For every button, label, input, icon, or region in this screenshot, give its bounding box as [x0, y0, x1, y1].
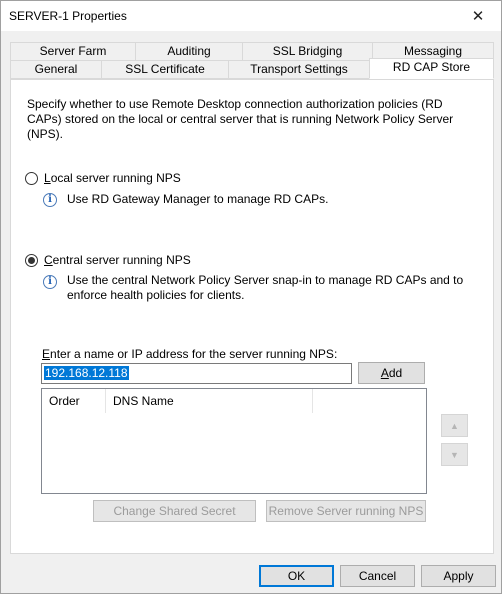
nps-server-list[interactable]: Order DNS Name — [41, 388, 427, 494]
tab-rd-cap-store[interactable]: RD CAP Store — [369, 58, 494, 79]
central-server-radio[interactable] — [25, 254, 38, 267]
move-down-button[interactable]: ▼ — [441, 443, 468, 466]
tab-ssl-bridging[interactable]: SSL Bridging — [242, 42, 373, 61]
info-icon: i — [43, 275, 57, 289]
properties-dialog: SERVER-1 Properties ✕ Server Farm Auditi… — [0, 0, 502, 594]
tab-general[interactable]: General — [10, 60, 102, 79]
move-up-button[interactable]: ▲ — [441, 414, 468, 437]
nps-server-input-value: 192.168.12.118 — [44, 366, 129, 380]
close-icon: ✕ — [471, 8, 485, 25]
central-server-label[interactable]: Central server running NPS — [44, 253, 191, 267]
change-shared-secret-button[interactable]: Change Shared Secret — [93, 500, 256, 522]
ok-button[interactable]: OK — [259, 565, 334, 587]
arrow-down-icon: ▼ — [450, 449, 459, 460]
arrow-up-icon: ▲ — [450, 420, 459, 431]
central-server-info-line1: Use the central Network Policy Server sn… — [67, 273, 464, 287]
window-title: SERVER-1 Properties — [9, 9, 127, 23]
tab-ssl-certificate[interactable]: SSL Certificate — [101, 60, 229, 79]
cancel-button[interactable]: Cancel — [340, 565, 415, 587]
tab-auditing[interactable]: Auditing — [135, 42, 243, 61]
remove-server-button[interactable]: Remove Server running NPS — [266, 500, 426, 522]
apply-button[interactable]: Apply — [421, 565, 496, 587]
title-bar: SERVER-1 Properties ✕ — [1, 1, 501, 31]
central-server-info-line2: enforce health policies for clients. — [67, 288, 245, 302]
store-description: Specify whether to use Remote Desktop co… — [27, 97, 454, 141]
nps-server-input[interactable]: 192.168.12.118 — [41, 363, 352, 384]
nps-server-label: Enter a name or IP address for the serve… — [42, 347, 338, 361]
info-icon: i — [43, 193, 57, 207]
close-button[interactable]: ✕ — [455, 1, 501, 31]
local-server-label[interactable]: Local server running NPS — [44, 171, 181, 185]
column-dns-name[interactable]: DNS Name — [106, 389, 313, 413]
tab-server-farm[interactable]: Server Farm — [10, 42, 136, 61]
local-server-radio[interactable] — [25, 172, 38, 185]
tab-transport-settings[interactable]: Transport Settings — [228, 60, 370, 79]
add-button[interactable]: Add — [358, 362, 425, 384]
local-server-info: Use RD Gateway Manager to manage RD CAPs… — [67, 192, 329, 206]
column-order[interactable]: Order — [42, 389, 106, 413]
